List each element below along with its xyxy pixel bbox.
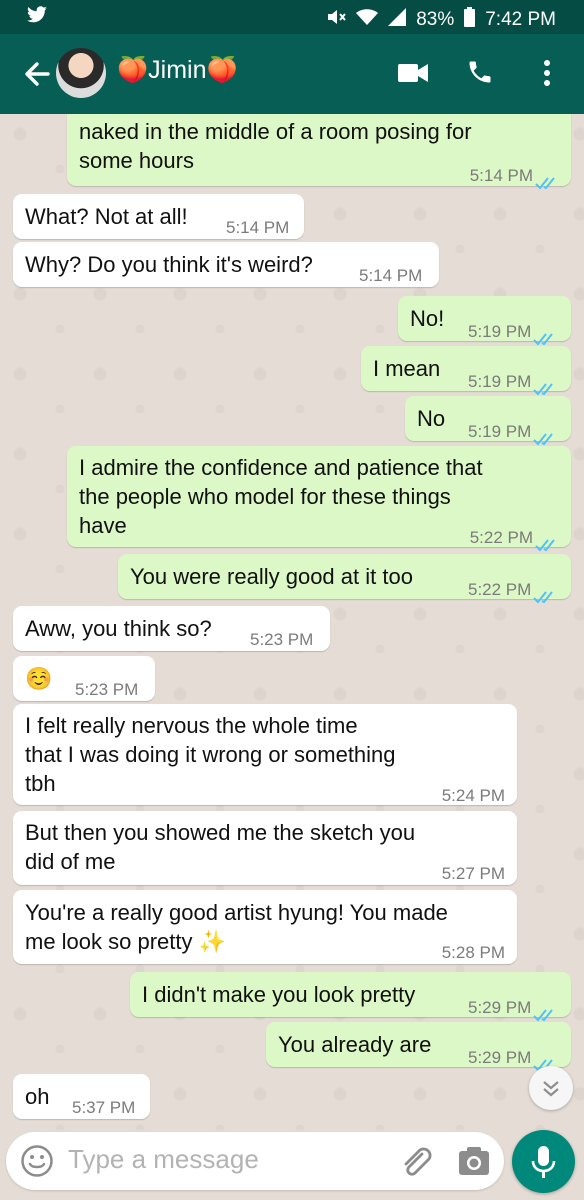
- read-ticks-icon: [533, 584, 557, 604]
- chat-header: 🍑Jimin🍑: [0, 34, 584, 114]
- message-incoming[interactable]: ☺️ 5:23 PM: [13, 656, 155, 701]
- message-text: No!: [410, 306, 445, 331]
- message-input[interactable]: Type a message: [68, 1144, 259, 1175]
- message-outgoing[interactable]: naked in the middle of a room posing for…: [67, 114, 571, 190]
- message-incoming[interactable]: oh 5:37 PM: [13, 1074, 150, 1119]
- scroll-down-icon: [543, 1081, 559, 1097]
- battery-percent: 83%: [416, 9, 455, 30]
- contact-name-text: Jimin: [148, 56, 207, 84]
- message-time: 5:19 PM: [468, 317, 557, 346]
- contact-name[interactable]: 🍑Jimin🍑: [117, 56, 238, 85]
- more-options-icon[interactable]: [542, 58, 552, 93]
- read-ticks-icon: [535, 170, 559, 190]
- attach-icon[interactable]: [398, 1144, 434, 1185]
- message-time: 5:19 PM: [468, 417, 557, 446]
- message-outgoing[interactable]: No 5:19 PM: [405, 396, 571, 446]
- message-outgoing[interactable]: I didn't make you look pretty 5:29 PM: [130, 972, 571, 1022]
- read-ticks-icon: [533, 1052, 557, 1072]
- message-time: 5:14 PM: [359, 266, 423, 285]
- message-text: What? Not at all!: [25, 204, 188, 229]
- message-outgoing[interactable]: I admire the confidence and patience tha…: [67, 446, 571, 552]
- message-text: oh: [25, 1084, 50, 1109]
- emoji-icon[interactable]: [20, 1144, 54, 1183]
- message-text: But then you showed me the sketch you di…: [25, 820, 416, 874]
- message-time: 5:14 PM: [226, 218, 290, 237]
- message-text: I mean: [373, 356, 441, 381]
- signal-icon: [388, 8, 407, 32]
- message-time: 5:37 PM: [72, 1098, 136, 1117]
- message-text: Aww, you think so?: [25, 616, 212, 641]
- message-text: No: [417, 406, 446, 431]
- message-incoming[interactable]: What? Not at all! 5:14 PM: [13, 194, 304, 239]
- clock: 7:42 PM: [485, 9, 556, 30]
- message-time: 5:23 PM: [75, 680, 139, 699]
- message-text: naked in the middle of a room posing for…: [79, 119, 472, 173]
- message-text: You're a really good artist hyung! You m…: [25, 900, 448, 954]
- battery-icon: [464, 7, 476, 33]
- message-text: You were really good at it too: [130, 564, 413, 589]
- chat-area[interactable]: naked in the middle of a room posing for…: [0, 114, 584, 1130]
- avatar[interactable]: [56, 48, 106, 98]
- emoji-smile: ☺️: [25, 666, 53, 691]
- message-text: I felt really nervous the whole time tha…: [25, 713, 396, 796]
- message-time: 5:22 PM: [470, 523, 559, 552]
- status-bar: 83% 7:42 PM: [0, 0, 584, 34]
- message-incoming[interactable]: I felt really nervous the whole time tha…: [13, 704, 517, 805]
- message-time: 5:19 PM: [468, 367, 557, 396]
- message-text: You already are: [278, 1032, 432, 1057]
- message-outgoing[interactable]: You already are 5:29 PM: [266, 1022, 571, 1072]
- scroll-down-button[interactable]: [529, 1066, 573, 1110]
- peach-emoji-right: 🍑: [206, 56, 238, 84]
- read-ticks-icon: [535, 532, 559, 552]
- message-time: 5:22 PM: [468, 575, 557, 604]
- message-time: 5:24 PM: [441, 786, 505, 805]
- message-composer: Type a message: [6, 1132, 504, 1190]
- message-incoming[interactable]: Aww, you think so? 5:23 PM: [13, 606, 330, 651]
- mute-icon: [326, 8, 346, 32]
- message-time: 5:23 PM: [250, 630, 314, 649]
- wifi-icon: [356, 8, 379, 32]
- read-ticks-icon: [533, 1002, 557, 1022]
- message-time: 5:27 PM: [441, 864, 505, 883]
- message-outgoing[interactable]: I mean 5:19 PM: [361, 346, 571, 396]
- mic-button[interactable]: [512, 1130, 575, 1193]
- message-outgoing[interactable]: You were really good at it too 5:22 PM: [118, 554, 571, 604]
- message-text: I admire the confidence and patience tha…: [79, 455, 483, 538]
- mic-icon: [531, 1146, 556, 1178]
- read-ticks-icon: [533, 376, 557, 396]
- message-text: Why? Do you think it's weird?: [25, 252, 313, 277]
- message-incoming[interactable]: But then you showed me the sketch you di…: [13, 811, 517, 885]
- message-time: 5:29 PM: [468, 993, 557, 1022]
- read-ticks-icon: [533, 426, 557, 446]
- message-text: I didn't make you look pretty: [142, 982, 416, 1007]
- message-time: 5:14 PM: [470, 161, 559, 190]
- message-incoming[interactable]: Why? Do you think it's weird? 5:14 PM: [13, 242, 439, 287]
- video-call-icon[interactable]: [398, 62, 428, 89]
- back-arrow-icon[interactable]: [22, 56, 52, 92]
- twitter-icon: [26, 6, 48, 30]
- camera-icon[interactable]: [458, 1146, 490, 1181]
- message-time: 5:28 PM: [441, 943, 505, 962]
- phone-icon[interactable]: [466, 58, 494, 91]
- peach-emoji-left: 🍑: [117, 56, 149, 84]
- message-outgoing[interactable]: No! 5:19 PM: [398, 296, 571, 346]
- read-ticks-icon: [533, 326, 557, 346]
- message-incoming[interactable]: You're a really good artist hyung! You m…: [13, 890, 517, 964]
